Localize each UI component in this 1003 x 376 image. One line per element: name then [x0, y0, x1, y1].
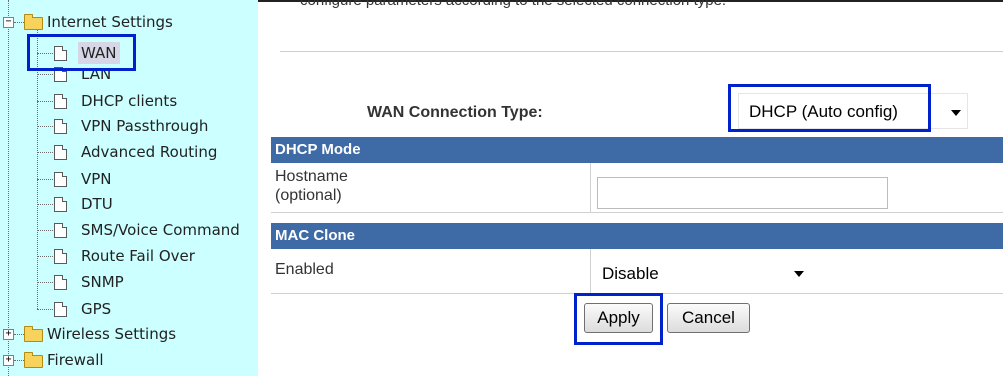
chevron-down-icon [951, 110, 961, 116]
hostname-input[interactable] [597, 177, 888, 209]
tree-item-dhcp-clients[interactable]: DHCP clients [0, 90, 258, 112]
tree-node-firewall[interactable]: + Firewall [0, 349, 258, 371]
section-header-dhcp-mode: DHCP Mode [271, 137, 1003, 163]
divider [280, 51, 1003, 52]
tree-connector [37, 152, 53, 153]
tree-connector [37, 282, 53, 283]
tree-connector [14, 22, 24, 23]
tree-item-label: Route Fail Over [81, 247, 195, 265]
tree-item-vpn[interactable]: VPN [0, 168, 258, 190]
page-description: configure parameters according to the se… [300, 0, 727, 9]
folder-icon [24, 326, 43, 342]
tree-connector [37, 126, 53, 127]
tree-connector [14, 334, 24, 335]
tree-item-label: GPS [81, 300, 112, 318]
hostname-label-line-1: Hostname [275, 168, 348, 185]
tree-item-label: DHCP clients [81, 92, 178, 110]
expand-icon[interactable]: + [3, 329, 14, 340]
tree-item-label: Advanced Routing [81, 143, 218, 161]
hostname-label-line-2: (optional) [275, 187, 342, 204]
tree-item-label: VPN Passthrough [81, 117, 209, 135]
page-icon [54, 302, 67, 317]
highlight-box-apply [574, 293, 663, 345]
tree-connector [37, 101, 53, 102]
enabled-label: Enabled [271, 249, 591, 293]
tree-connector [37, 204, 53, 205]
page-icon [54, 172, 67, 187]
navigation-tree: − Internet Settings WAN LAN DHCP clients… [0, 0, 258, 376]
page-icon [54, 249, 67, 264]
page-icon [54, 223, 67, 238]
tree-node-label: Internet Settings [47, 13, 173, 31]
tree-connector [14, 360, 24, 361]
highlight-box-wan [27, 34, 136, 71]
tree-connector [37, 230, 53, 231]
page-icon [54, 119, 67, 134]
tree-item-dtu[interactable]: DTU [0, 193, 258, 215]
collapse-icon[interactable]: − [3, 17, 14, 28]
tree-node-label: Firewall [47, 351, 104, 369]
tree-connector [37, 309, 53, 310]
tree-item-advanced-routing[interactable]: Advanced Routing [0, 141, 258, 163]
tree-item-label: SMS/Voice Command [81, 221, 240, 239]
chevron-down-icon [794, 271, 804, 277]
page-icon [54, 145, 67, 160]
tree-item-gps[interactable]: GPS [0, 298, 258, 320]
tree-node-wireless-settings[interactable]: + Wireless Settings [0, 323, 258, 345]
tree-connector [37, 256, 53, 257]
mac-clone-enabled-select[interactable]: Disable [598, 259, 813, 289]
tree-item-label: DTU [81, 195, 113, 213]
folder-icon [24, 14, 43, 30]
hostname-label: Hostname (optional) [271, 163, 591, 212]
tree-item-sms-voice-command[interactable]: SMS/Voice Command [0, 219, 258, 241]
tree-item-label: VPN [81, 170, 112, 188]
page-icon [54, 275, 67, 290]
mac-clone-enabled-value: Disable [602, 264, 659, 283]
tree-connector [37, 179, 53, 180]
tree-item-label: SNMP [81, 273, 124, 291]
cancel-button[interactable]: Cancel [667, 303, 750, 333]
tree-item-route-fail-over[interactable]: Route Fail Over [0, 245, 258, 267]
highlight-box-connection-type [728, 84, 931, 132]
tree-node-label: Wireless Settings [47, 325, 177, 343]
section-header-mac-clone: MAC Clone [271, 223, 1003, 249]
tree-item-vpn-passthrough[interactable]: VPN Passthrough [0, 115, 258, 137]
folder-icon [24, 352, 43, 368]
page-icon [54, 94, 67, 109]
tree-node-internet-settings[interactable]: − Internet Settings [0, 11, 258, 33]
tree-connector [37, 74, 53, 75]
wan-connection-type-label: WAN Connection Type: [367, 104, 543, 121]
tree-item-snmp[interactable]: SNMP [0, 271, 258, 293]
expand-icon[interactable]: + [3, 355, 14, 366]
page-icon [54, 197, 67, 212]
